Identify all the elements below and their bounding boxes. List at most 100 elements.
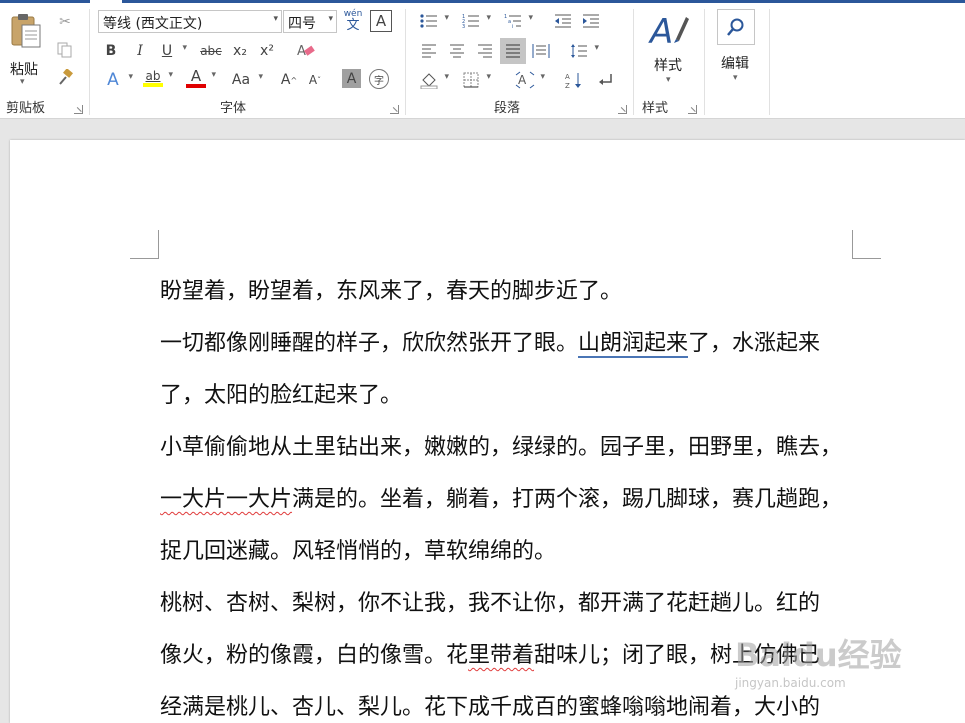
clipboard-group-label: 剪贴板 xyxy=(6,101,46,116)
underline-button[interactable]: U xyxy=(156,40,187,62)
svg-text:i: i xyxy=(512,24,513,29)
clipboard-dialog-launcher[interactable] xyxy=(74,105,83,114)
divider xyxy=(769,9,770,115)
search-icon xyxy=(717,9,755,45)
paste-icon xyxy=(11,14,41,48)
styles-button[interactable]: A 样式 ▾ xyxy=(644,9,694,89)
phonetic-guide-button[interactable]: wén 文 xyxy=(342,9,364,35)
styles-label: 样式 xyxy=(654,58,682,74)
svg-text:A: A xyxy=(648,12,673,51)
font-size-value: 四号 xyxy=(288,16,316,32)
text-run: 捉几回迷藏。风轻悄悄的，草软绵绵的。 xyxy=(160,539,557,564)
paste-label: 粘贴 xyxy=(10,62,38,78)
paragraph-group-label: 段落 xyxy=(494,101,521,116)
justify-icon[interactable] xyxy=(500,38,526,64)
svg-text:A: A xyxy=(565,73,570,81)
character-shading-label: A xyxy=(346,70,357,87)
document-line: 一切都像刚睡醒的样子，欣欣然张开了眼。山朗润起来了，水涨起来 xyxy=(160,318,860,370)
character-border-button[interactable]: A xyxy=(370,10,392,32)
increase-indent-icon[interactable] xyxy=(580,10,602,32)
italic-label: I xyxy=(137,43,143,59)
chevron-down-icon: ▾ xyxy=(328,14,333,24)
multilevel-list-icon[interactable]: 1ai xyxy=(502,10,533,32)
styles-dialog-launcher[interactable] xyxy=(688,105,697,114)
change-case-button[interactable]: Aa xyxy=(228,69,263,91)
font-color-bar xyxy=(186,84,206,88)
arrow-up-icon: ^ xyxy=(290,75,298,85)
numbering-icon[interactable]: 123 xyxy=(460,10,491,32)
italic-button[interactable]: I xyxy=(129,40,151,62)
chinese-layout-icon[interactable]: A xyxy=(514,69,545,91)
text-run: 经满是桃儿、杏儿、梨儿。花下成千成百的蜜蜂嗡嗡地闹着，大小的 xyxy=(160,695,821,720)
paragraph-dialog-launcher[interactable] xyxy=(618,105,627,114)
editing-button[interactable]: 编辑 ▾ xyxy=(715,7,759,87)
show-marks-icon[interactable] xyxy=(594,69,616,91)
svg-text:1: 1 xyxy=(504,14,507,20)
clear-formatting-icon[interactable]: A xyxy=(295,40,317,62)
line-spacing-icon[interactable] xyxy=(568,40,599,62)
editing-label: 编辑 xyxy=(721,56,749,72)
spelling-error-text: 一大片一大片 xyxy=(160,487,293,512)
text-run: 像火，粉的像霞，白的像雪。花 xyxy=(160,643,469,668)
text-run: 满是的。坐着，躺着，打两个滚，踢几脚球，赛几趟跑， xyxy=(292,487,843,512)
highlight-color-button[interactable]: ab xyxy=(142,67,173,89)
paste-dropdown-icon[interactable]: ▾ xyxy=(20,77,25,87)
subscript-button[interactable]: x₂ xyxy=(229,40,251,62)
shading-icon[interactable] xyxy=(418,69,449,91)
chevron-down-icon: ▾ xyxy=(666,75,671,85)
bullets-icon[interactable] xyxy=(418,10,449,32)
paste-button[interactable]: 粘贴 ▾ xyxy=(6,11,46,89)
font-color-button[interactable]: A xyxy=(185,67,216,89)
chevron-down-icon: ▾ xyxy=(733,73,738,83)
svg-text:3: 3 xyxy=(462,24,465,29)
document-line: 桃树、杏树、梨树，你不让我，我不让你，都开满了花赶趟儿。红的 xyxy=(160,578,860,630)
text-effects-button[interactable]: A xyxy=(102,69,133,91)
bold-button[interactable]: B xyxy=(100,40,122,62)
svg-text:A: A xyxy=(518,73,527,87)
document-line: 了，太阳的脸红起来了。 xyxy=(160,370,860,422)
paragraph-group: 123 1ai xyxy=(406,3,632,119)
font-name-select[interactable]: 等线 (西文正文) ▾ xyxy=(98,10,282,33)
underline-label: U xyxy=(161,43,173,59)
cut-icon[interactable]: ✂ xyxy=(54,11,76,33)
text-run: 了，太阳的脸红起来了。 xyxy=(160,383,403,408)
document-line: 捉几回迷藏。风轻悄悄的，草软绵绵的。 xyxy=(160,526,860,578)
grammar-mark-text: 山朗润起来 xyxy=(578,331,689,358)
phonetic-guide-bottom: 文 xyxy=(346,18,360,33)
align-right-icon[interactable] xyxy=(474,40,496,62)
format-painter-icon[interactable] xyxy=(54,67,76,89)
character-shading-button[interactable]: A xyxy=(342,69,361,88)
clipboard-group: 粘贴 ▾ ✂ 剪贴板 xyxy=(0,3,88,119)
chevron-down-icon: ▾ xyxy=(273,14,278,24)
superscript-label: x² xyxy=(260,43,274,59)
decrease-indent-icon[interactable] xyxy=(552,10,574,32)
margin-corner-marker xyxy=(130,230,159,259)
superscript-button[interactable]: x² xyxy=(256,40,278,62)
align-center-icon[interactable] xyxy=(446,40,468,62)
bold-label: B xyxy=(105,43,117,59)
shrink-font-label: A xyxy=(308,73,318,87)
distributed-icon[interactable] xyxy=(530,40,552,62)
font-color-label: A xyxy=(190,67,202,85)
grow-font-button[interactable]: A ^ xyxy=(278,69,300,91)
document-line: 盼望着，盼望着，东风来了，春天的脚步近了。 xyxy=(160,266,860,318)
enclose-characters-label: 字 xyxy=(374,75,384,87)
character-border-label: A xyxy=(375,12,387,30)
grow-font-label: A xyxy=(280,72,291,88)
styles-group: A 样式 ▾ 样式 xyxy=(634,3,704,119)
font-dialog-launcher[interactable] xyxy=(390,105,399,114)
document-line: 一大片一大片满是的。坐着，躺着，打两个滚，踢几脚球，赛几趟跑， xyxy=(160,474,860,526)
text-effects-label: A xyxy=(107,70,119,90)
font-name-value: 等线 (西文正文) xyxy=(103,16,203,32)
borders-icon[interactable] xyxy=(460,69,491,91)
shrink-font-button[interactable]: Aˇ xyxy=(304,69,326,91)
sort-icon[interactable]: AZ xyxy=(563,69,585,91)
copy-icon[interactable] xyxy=(54,39,76,61)
enclose-characters-button[interactable]: 字 xyxy=(369,69,389,89)
font-size-select[interactable]: 四号 ▾ xyxy=(283,10,337,33)
ribbon: 粘贴 ▾ ✂ 剪贴板 等线 (西文正文) ▾ 四号 ▾ wén 文 A B I … xyxy=(0,3,965,119)
strikethrough-button[interactable]: abc xyxy=(198,40,224,62)
font-group: 等线 (西文正文) ▾ 四号 ▾ wén 文 A B I U abc x₂ x²… xyxy=(90,3,404,119)
strikethrough-label: abc xyxy=(200,44,222,58)
align-left-icon[interactable] xyxy=(418,40,440,62)
